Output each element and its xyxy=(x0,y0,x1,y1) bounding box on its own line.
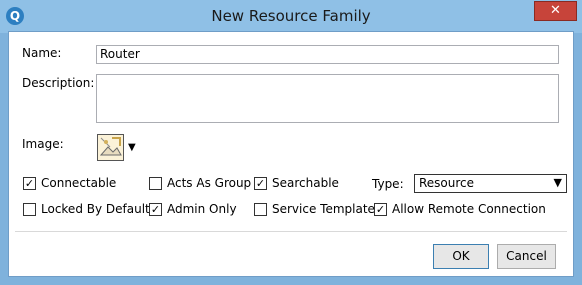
checkbox-mark xyxy=(149,177,162,190)
type-selected-value: Resource xyxy=(419,176,475,190)
acts-as-group-label: Acts As Group xyxy=(167,176,252,190)
description-label: Description: xyxy=(22,76,95,90)
allow-remote-connection-label: Allow Remote Connection xyxy=(392,202,546,216)
chevron-down-icon[interactable]: ▼ xyxy=(128,142,136,153)
name-field[interactable]: Router xyxy=(96,45,559,64)
divider xyxy=(15,231,567,232)
cancel-button[interactable]: Cancel xyxy=(497,244,556,269)
locked-by-default-label: Locked By Default xyxy=(41,202,150,216)
image-label: Image: xyxy=(22,137,64,151)
close-icon: ✕ xyxy=(550,3,561,18)
resource-image-icon[interactable] xyxy=(97,134,124,161)
dialog-title: New Resource Family xyxy=(211,7,371,25)
close-button[interactable]: ✕ xyxy=(534,1,577,21)
searchable-label: Searchable xyxy=(272,176,339,190)
checkbox-mark: ✓ xyxy=(254,177,267,190)
ok-button[interactable]: OK xyxy=(433,244,489,269)
checkbox-mark: ✓ xyxy=(374,203,387,216)
service-template-label: Service Template xyxy=(272,202,375,216)
title-bar[interactable]: Q New Resource Family ✕ xyxy=(0,0,582,33)
checkbox-mark: ✓ xyxy=(149,203,162,216)
description-field[interactable] xyxy=(96,74,559,123)
dialog-body: Name: Router Description: Image: ▼ ✓ Con… xyxy=(8,31,574,277)
name-label: Name: xyxy=(22,46,62,60)
connectable-label: Connectable xyxy=(41,176,117,190)
type-label: Type: xyxy=(372,177,404,191)
dialog-window: Q New Resource Family ✕ Name: Router Des… xyxy=(0,0,582,285)
checkbox-mark xyxy=(23,203,36,216)
admin-only-label: Admin Only xyxy=(167,202,237,216)
type-select[interactable]: Resource ▼ xyxy=(414,174,567,193)
chevron-down-icon: ▼ xyxy=(553,176,562,189)
checkbox-mark xyxy=(254,203,267,216)
checkbox-mark: ✓ xyxy=(23,177,36,190)
